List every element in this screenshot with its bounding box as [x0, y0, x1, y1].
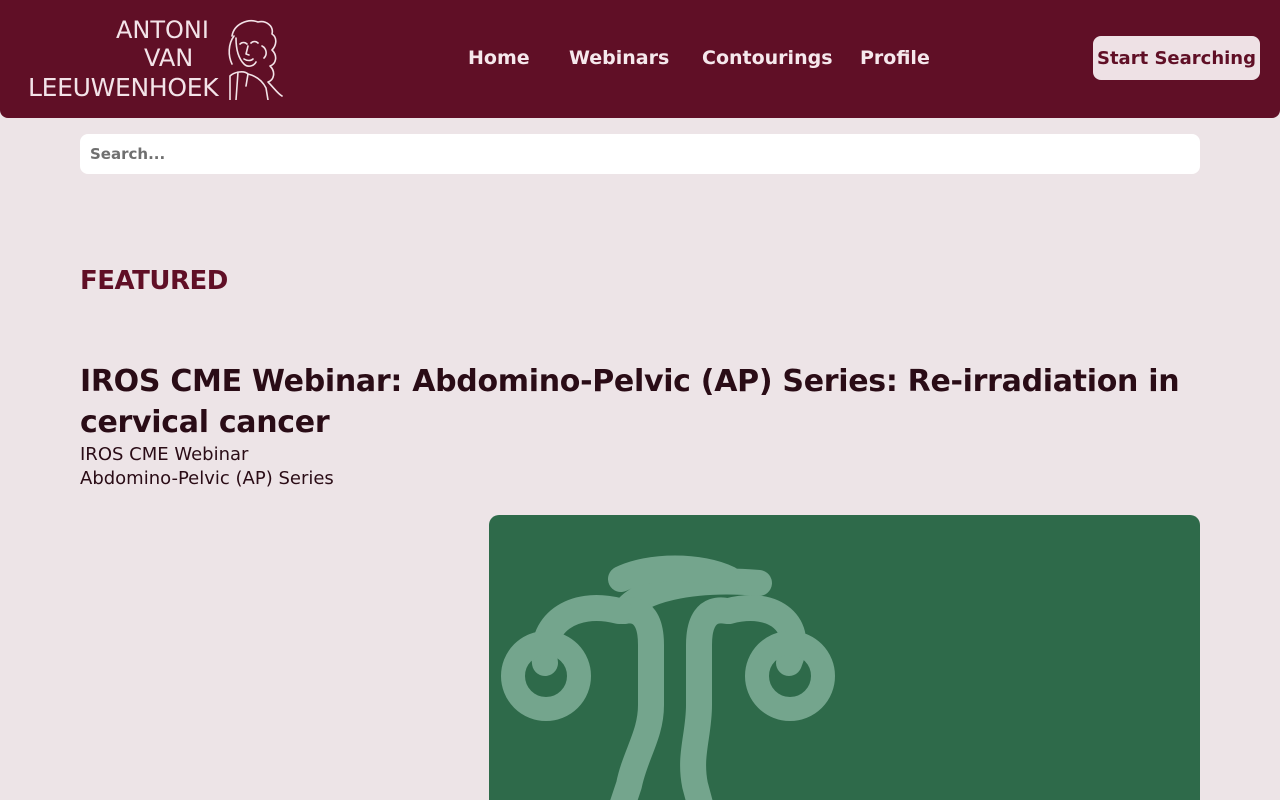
nav-home[interactable]: Home [468, 46, 530, 70]
logo-line-1: ANTONI [116, 16, 209, 44]
nav-profile[interactable]: Profile [860, 46, 930, 70]
featured-webinar-title[interactable]: IROS CME Webinar: Abdomino-Pelvic (AP) S… [80, 361, 1210, 443]
featured-webinar-thumbnail[interactable] [489, 515, 1200, 800]
webinar-category: IROS CME Webinar [80, 444, 249, 465]
nav-webinars[interactable]: Webinars [569, 46, 669, 70]
search-input[interactable] [80, 134, 1200, 174]
logo-line-2: VAN [144, 44, 194, 72]
uterus-icon [501, 555, 835, 800]
site-header: ANTONI VAN LEEUWENHOEK Home Webinars Con… [0, 0, 1280, 118]
featured-heading: FEATURED [80, 266, 228, 296]
nav-contourings[interactable]: Contourings [702, 46, 833, 70]
site-logo[interactable]: ANTONI VAN LEEUWENHOEK [28, 14, 288, 104]
leeuwenhoek-portrait-icon [228, 20, 283, 100]
webinar-series: Abdomino-Pelvic (AP) Series [80, 468, 334, 489]
logo-line-3: LEEUWENHOEK [28, 73, 219, 102]
start-searching-button[interactable]: Start Searching [1093, 36, 1260, 80]
